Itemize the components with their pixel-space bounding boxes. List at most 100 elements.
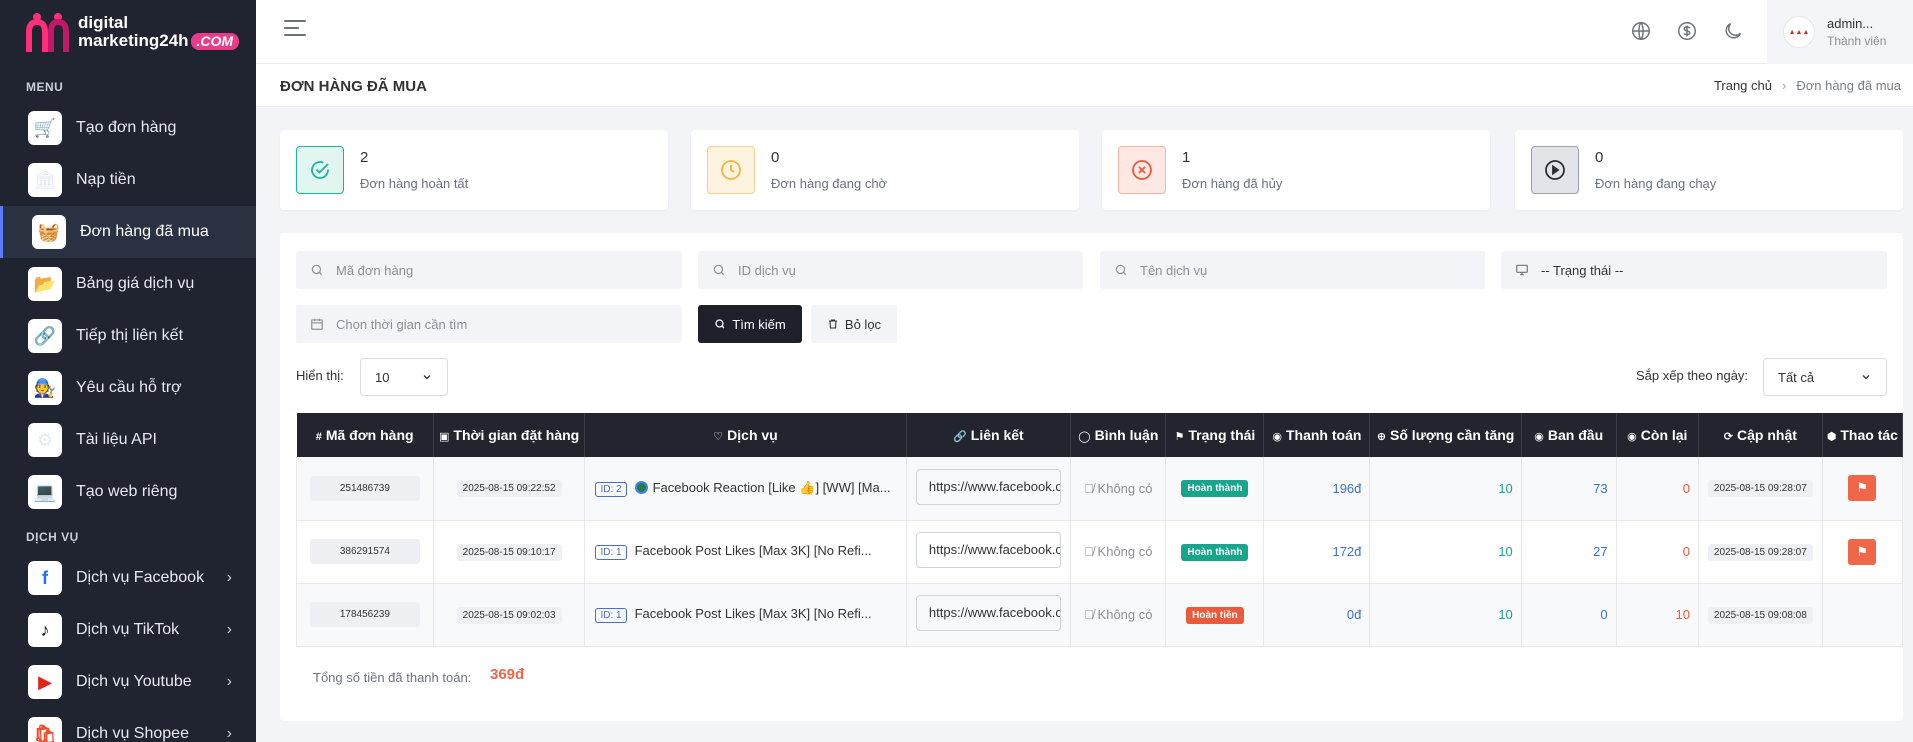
updated-time: 2025-08-15 09:28:07 [1707,543,1813,561]
status-select-value: -- Trạng thái -- [1541,262,1624,278]
stat-label: Đơn hàng đang chờ [771,176,888,191]
cell-order-time: 2025-08-15 09:22:52 [433,457,586,521]
stat-label: Đơn hàng đã hủy [1182,176,1283,191]
sidebar-item-label: Dịch vụ Youtube [76,673,192,690]
sidebar-service-2[interactable]: ▶ Dịch vụ Youtube › [0,656,256,708]
column-header-label: Thanh toán [1285,427,1362,443]
services-section-title: DỊCH VỤ [26,530,79,544]
sidebar-service-3[interactable]: 🛍 Dịch vụ Shopee › [0,708,256,742]
sort-select[interactable]: Tất cả [1763,358,1887,396]
report-flag-button[interactable]: ⚑ [1848,538,1877,565]
column-header-icon: ♡ [713,431,724,443]
sidebar-item-label: Yêu cầu hỗ trợ [76,379,182,396]
column-header[interactable]: ⟳ Cập nhật [1698,413,1823,457]
column-header[interactable]: ⬢ Thao tác [1822,413,1904,457]
comment-text: Không có [1097,480,1153,496]
column-header[interactable]: ▣ Thời gian đặt hàng [433,413,586,457]
column-header[interactable]: ◉ Ban đầu [1521,413,1617,457]
sidebar-item-0[interactable]: 🛒 Tạo đơn hàng [0,102,256,154]
page-size-value: 10 [375,369,390,385]
brand-line2: marketing24h [78,31,189,50]
cell-payment: 0đ [1263,583,1371,647]
sidebar-service-0[interactable]: f Dịch vụ Facebook › [0,552,256,604]
sidebar-item-1[interactable]: 🏛 Nạp tiền [0,154,256,206]
cell-action: ⚑ [1822,457,1904,521]
sidebar-item-icon: 🏛 [28,163,62,197]
column-header[interactable]: ◉ Thanh toán [1263,413,1371,457]
cell-start-count: 0 [1521,583,1617,647]
page-size-select[interactable]: 10 [360,358,448,396]
sidebar-item-icon: 🧑‍🔧 [28,371,62,405]
status-select[interactable]: -- Trạng thái -- [1501,251,1887,289]
column-header[interactable]: # Mã đơn hàng [296,413,434,457]
order-code-input[interactable]: Mã đơn hàng [296,251,682,289]
service-icon: 🛍 [28,717,62,742]
service-id-badge: ID: 2 [595,481,627,497]
sidebar-item-2[interactable]: 🧺 Đơn hàng đã mua [0,206,256,258]
column-header[interactable]: ◉ Còn lại [1616,413,1699,457]
globe-icon[interactable] [1630,20,1652,42]
column-header-label: Số lượng cần tăng [1390,427,1515,443]
column-header[interactable]: 🔗 Liên kết [906,413,1072,457]
sidebar: digital marketing24h .COM MENU 🛒 Tạo đơn h… [0,0,256,742]
sidebar-item-4[interactable]: 🔗 Tiếp thị liên kết [0,310,256,362]
user-menu[interactable]: ▲▲▲ admin... Thành viên [1767,0,1913,64]
cell-link: https://www.facebook.com [906,520,1072,584]
sidebar-item-7[interactable]: 💻 Tạo web riêng [0,466,256,518]
status-badge: Hoàn thành [1181,543,1249,561]
cell-updated: 2025-08-15 09:28:07 [1698,520,1823,584]
search-icon [715,319,725,329]
sidebar-item-5[interactable]: 🧑‍🔧 Yêu cầu hỗ trợ [0,362,256,414]
column-header-label: Thao tác [1840,427,1898,443]
menu-toggle-icon[interactable] [284,20,306,41]
time-range-input[interactable]: Chọn thời gian cần tìm [296,305,682,343]
column-header-icon: 🔗 [953,431,967,443]
breadcrumb-home[interactable]: Trang chủ [1714,78,1772,93]
order-code-placeholder: Mã đơn hàng [336,262,414,278]
column-header[interactable]: ♡ Dịch vụ [584,413,907,457]
sidebar-item-3[interactable]: 📂 Bảng giá dịch vụ [0,258,256,310]
cell-service: ID: 1 Facebook Post Likes [Max 3K] [No Re… [584,583,907,647]
service-name-input[interactable]: Tên dịch vụ [1100,251,1485,289]
cell-action [1822,583,1904,647]
column-header[interactable]: ⊕ Số lượng cần tăng [1369,413,1522,457]
chevron-right-icon: › [226,725,232,742]
table-row: 251486739 2025-08-15 09:22:52 ID: 2 Faceboo… [296,457,1904,521]
column-header-label: Mã đơn hàng [325,427,414,443]
cell-order-code: 386291574 [296,520,434,584]
search-button[interactable]: Tìm kiếm [698,305,802,343]
stat-value: 0 [771,149,780,166]
stat-value: 2 [360,149,369,166]
column-header-icon: ◯ [1078,431,1091,443]
sort-value: Tất cả [1778,369,1815,385]
chevron-right-icon: › [226,621,232,638]
brand-logo[interactable]: digital marketing24h .COM [0,0,256,64]
report-flag-button[interactable]: ⚑ [1848,475,1877,502]
time-range-placeholder: Chọn thời gian cần tìm [336,316,468,332]
search-icon [1115,264,1127,276]
stat-icon-bg [707,146,755,194]
service-id-input[interactable]: ID dịch vụ [698,251,1083,289]
link-input[interactable]: https://www.facebook.com [915,595,1061,631]
dark-mode-icon[interactable] [1722,20,1744,42]
cell-start-count: 73 [1521,457,1617,521]
brand-line1: digital [78,13,129,33]
logo-mark-icon [26,13,69,52]
column-header[interactable]: ◯ Bình luận [1070,413,1167,457]
chevron-right-icon: › [226,569,232,586]
service-id-badge: ID: 1 [595,545,627,560]
currency-icon[interactable] [1676,20,1698,42]
clear-filter-button[interactable]: Bỏ lọc [811,305,897,343]
sidebar-service-1[interactable]: ♪ Dịch vụ TikTok › [0,604,256,656]
globe-icon [634,480,648,494]
link-input[interactable]: https://www.facebook.com [915,468,1061,505]
updated-time: 2025-08-15 09:08:08 [1707,606,1813,624]
stat-value: 0 [1595,149,1604,166]
cell-order-time: 2025-08-15 09:02:03 [433,583,586,647]
chevron-right-icon: › [226,673,232,690]
no-comment-icon: 🗨̸ [1084,607,1098,622]
link-input[interactable]: https://www.facebook.com [915,532,1061,568]
sidebar-item-6[interactable]: ⚙ Tài liệu API [0,414,256,466]
column-header[interactable]: ⚑ Trạng thái [1165,413,1265,457]
stat-running: 0 Đơn hàng đang chạy [1515,130,1903,210]
